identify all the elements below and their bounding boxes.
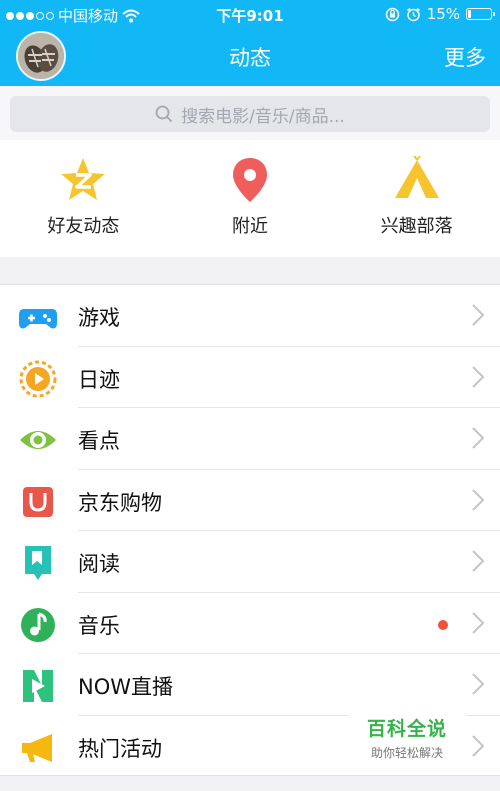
status-right: 15% — [385, 5, 495, 23]
alarm-icon — [406, 7, 420, 21]
chevron-right-icon — [472, 611, 484, 634]
shortcut-label: 附近 — [232, 216, 268, 237]
battery-percent: 15% — [426, 5, 460, 23]
shortcut-nearby[interactable]: 附近 — [167, 140, 334, 257]
chevron-right-icon — [472, 427, 484, 449]
gamepad-icon — [19, 309, 57, 329]
megaphone-icon — [22, 733, 52, 762]
status-bar: 中国移动 下午9:01 15% — [0, 0, 500, 28]
chevron-right-icon — [472, 673, 484, 695]
list-item-label: NOW直播 — [78, 675, 174, 699]
music-note-icon — [21, 607, 55, 642]
tent-icon — [394, 156, 439, 198]
page-title: 动态 — [229, 46, 271, 70]
list-item-label: 京东购物 — [78, 490, 162, 515]
watermark-subtitle: 助你轻松解决 — [370, 746, 443, 760]
play-circle-icon — [19, 360, 57, 397]
list-item-label: 音乐 — [78, 613, 120, 638]
search-icon — [155, 105, 173, 123]
search-section: 搜索电影/音乐/商品... — [0, 86, 500, 140]
list-item-label: 日迹 — [78, 367, 120, 392]
list-item-music[interactable]: 音乐 — [0, 593, 500, 654]
list-item-daily-trace[interactable]: 日迹 — [0, 347, 500, 408]
nav-bar: 动态 更多 — [0, 28, 500, 86]
rotation-lock-icon — [385, 7, 399, 21]
watermark-title: 百科全说 — [366, 718, 447, 740]
list-item-label: 阅读 — [78, 552, 120, 576]
list-item-game[interactable]: 游戏 — [0, 285, 500, 347]
battery-fill — [468, 10, 471, 18]
list-item-label: 游戏 — [78, 306, 120, 330]
chevron-right-icon — [472, 734, 484, 757]
feature-list: 游戏 日迹 看点 京东购物 阅读 音乐 NOW直播 热门活动 — [0, 284, 500, 776]
qzone-star-icon — [61, 158, 106, 200]
jd-bag-icon — [23, 486, 53, 517]
shortcut-friend-feed[interactable]: 好友动态 — [0, 140, 167, 257]
battery-icon — [466, 8, 495, 20]
chevron-right-icon — [472, 488, 484, 511]
shortcut-label: 兴趣部落 — [380, 216, 453, 237]
chevron-right-icon — [472, 550, 484, 572]
list-item-label: 热门活动 — [78, 736, 162, 761]
shortcut-interest-tribe[interactable]: 兴趣部落 — [333, 140, 500, 257]
shortcut-grid: 好友动态 附近 兴趣部落 — [0, 140, 500, 257]
shortcut-label: 好友动态 — [47, 216, 120, 237]
now-live-icon — [23, 670, 53, 702]
more-button[interactable]: 更多 — [444, 42, 486, 72]
list-item-now-live[interactable]: NOW直播 — [0, 654, 500, 716]
eye-icon — [20, 431, 56, 449]
list-item-reading[interactable]: 阅读 — [0, 531, 500, 593]
chevron-right-icon — [472, 304, 484, 326]
list-item-label: 看点 — [78, 429, 120, 453]
bookmark-icon — [25, 546, 51, 580]
notification-dot — [438, 619, 448, 630]
chevron-right-icon — [472, 365, 484, 388]
search-placeholder: 搜索电影/音乐/商品... — [181, 106, 345, 127]
location-pin-icon — [233, 158, 267, 202]
list-item-jd-shopping[interactable]: 京东购物 — [0, 470, 500, 531]
watermark: 百科全说 助你轻松解决 — [348, 708, 466, 768]
search-input[interactable]: 搜索电影/音乐/商品... — [10, 96, 490, 132]
list-item-kandian[interactable]: 看点 — [0, 408, 500, 470]
